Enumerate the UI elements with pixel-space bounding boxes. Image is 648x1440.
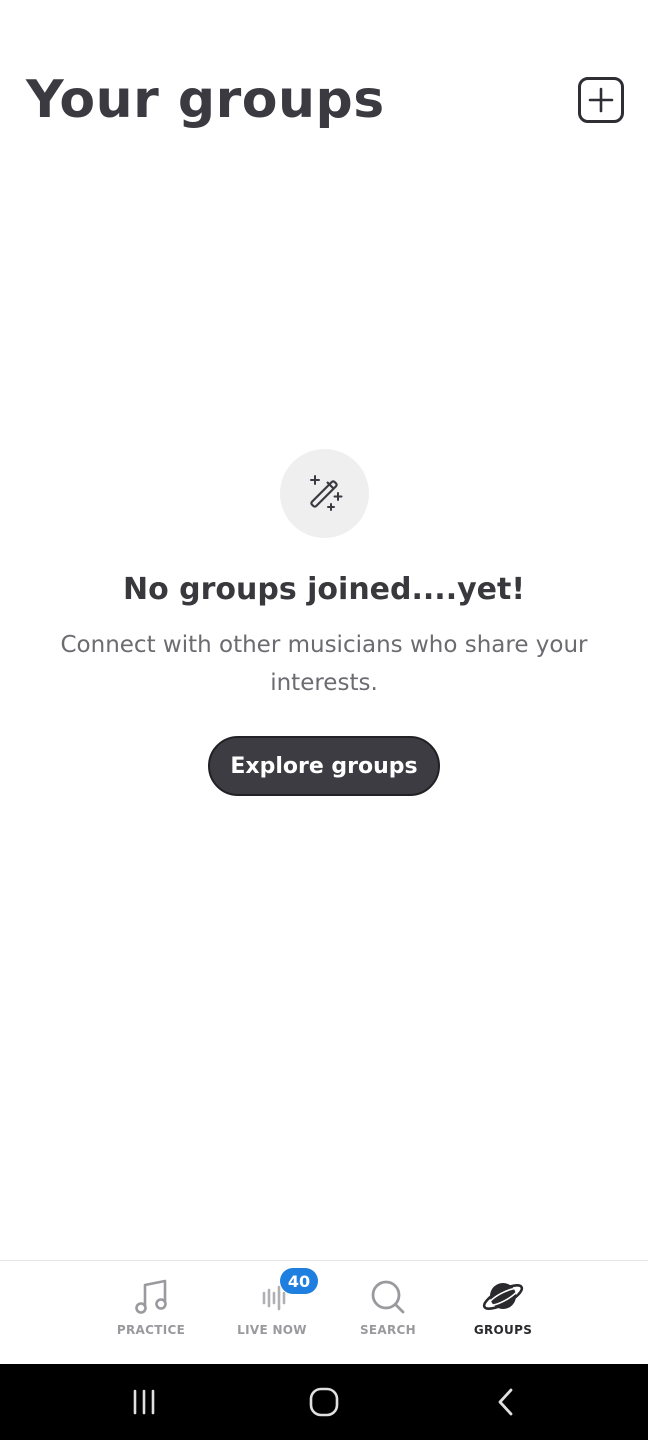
tab-groups[interactable]: GROUPS — [453, 1261, 553, 1365]
plus-icon — [588, 87, 614, 113]
tab-label: PRACTICE — [116, 1323, 186, 1337]
back-icon — [498, 1388, 513, 1416]
empty-state-subtitle: Connect with other musicians who share y… — [60, 632, 588, 696]
system-navigation-bar — [0, 1364, 648, 1440]
home-button[interactable] — [284, 1364, 364, 1440]
tab-label: SEARCH — [359, 1323, 417, 1337]
search-icon — [371, 1280, 405, 1314]
tab-label: LIVE NOW — [237, 1323, 307, 1337]
add-group-button[interactable] — [578, 77, 624, 123]
tab-practice[interactable]: PRACTICE — [101, 1261, 201, 1365]
empty-state-icon-circle — [280, 449, 369, 538]
recents-icon — [133, 1389, 155, 1415]
empty-state-title: No groups joined....yet! — [122, 572, 526, 607]
magic-wand-icon — [309, 474, 342, 511]
page-title: Your groups — [26, 70, 385, 130]
planet-icon — [482, 1283, 524, 1310]
bottom-tab-bar: PRACTICE LIVE NOW SEARCH GROUPS — [0, 1260, 648, 1365]
back-button[interactable] — [466, 1364, 546, 1440]
explore-groups-button[interactable]: Explore groups — [208, 736, 440, 796]
home-icon — [309, 1387, 339, 1417]
live-count-badge: 40 — [280, 1268, 318, 1294]
tab-label: GROUPS — [473, 1323, 533, 1337]
tab-search[interactable]: SEARCH — [338, 1261, 438, 1365]
recents-button[interactable] — [104, 1364, 184, 1440]
music-note-icon — [135, 1279, 167, 1314]
